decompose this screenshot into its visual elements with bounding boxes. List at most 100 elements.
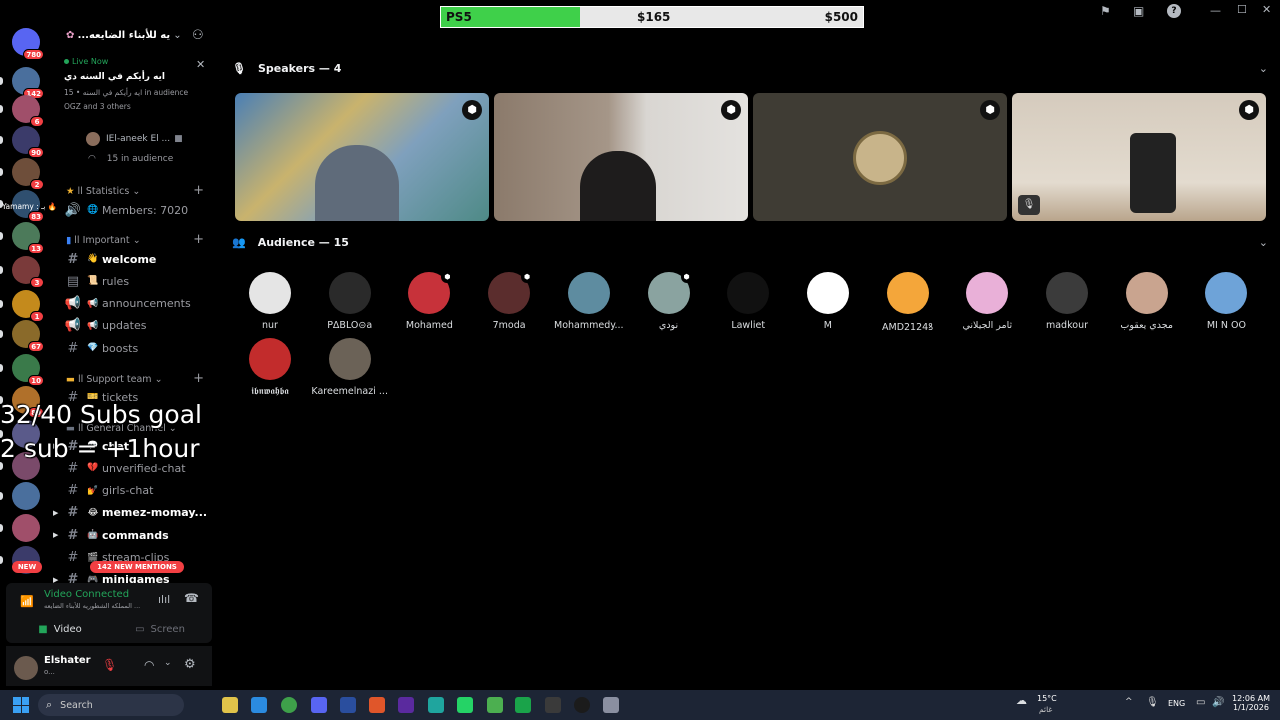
weather-icon[interactable]: ☁ [1016,694,1027,707]
chevron-down-icon[interactable]: ⌄ [1259,236,1268,249]
volume-icon[interactable]: 🔊 [1212,697,1224,708]
audience-member[interactable]: AMD2124ꝸ [869,272,947,333]
server-icon[interactable]: 142 [12,67,44,99]
server-icon[interactable]: 6 [12,95,44,127]
chrome-icon[interactable] [281,697,297,713]
new-mentions-banner[interactable]: 142 NEW MENTIONS [90,561,184,573]
add-channel-icon[interactable]: + [193,232,204,247]
avatar[interactable] [14,656,38,680]
channel-announcements[interactable]: 📢 📢 announcements [62,294,212,314]
file-explorer-icon[interactable] [222,697,238,713]
help-icon[interactable]: ? [1167,4,1181,18]
minecraft-icon[interactable] [487,697,503,713]
channel-girls-chat[interactable]: # 💅 girls-chat [62,481,212,501]
audience-member[interactable]: madkour [1028,272,1106,331]
category-important[interactable]: ▮ ll Important ⌄ [66,235,141,246]
channel-welcome[interactable]: # 👋 welcome [62,249,212,269]
chevron-down-icon[interactable]: ⌄ [164,658,172,668]
spotify-icon[interactable] [515,697,531,713]
invite-people-icon[interactable]: ⚇ [192,28,204,43]
channel-memez-momay[interactable]: ▶ # 😂 memez-momay... [53,503,212,523]
speaker-tile-2[interactable]: ⬢ [494,93,748,221]
stage-speaker-row[interactable]: IEl-aneek El ... ■ [86,131,206,147]
server-icon[interactable]: 67 [12,320,44,352]
audience-member[interactable]: ⬢ نودي [630,271,708,331]
audience-member[interactable]: Kareemelnazi ... [311,338,389,397]
speaker-tile-3[interactable]: ⬢ [753,93,1007,221]
gear-icon[interactable]: ⚙ [184,657,196,672]
disconnect-icon[interactable]: ☎ [184,591,199,605]
audience-member[interactable]: ⬢ Mohamed [390,271,468,331]
channel-members-count[interactable]: 🔊 🌐 Members: 7020 [62,200,212,220]
signal-icon[interactable]: 📶 [20,595,34,608]
close-window-icon[interactable]: ✕ [1262,3,1271,16]
maximize-icon[interactable]: ☐ [1237,3,1247,16]
audience-header[interactable]: 👥 Audience — 15 [232,236,349,249]
audience-member[interactable]: ثامر الجيلاني [948,272,1026,331]
channel-updates[interactable]: 📢 📢 updates [62,316,212,336]
category-statistics[interactable]: ★ ll Statistics ⌄ [66,186,140,197]
people-icon: 👥 [232,236,246,249]
chevron-up-icon[interactable]: ^ [1125,697,1133,707]
premiere-icon[interactable] [398,697,414,713]
audience-member[interactable]: 𝖎𝖇𝖓𝖜𝖆𝖍𝖇𝖆 [231,338,309,397]
speaker-tile-4[interactable]: ⬢ 🎙 [1012,93,1266,221]
start-icon[interactable] [13,697,29,713]
soundboard-icon[interactable]: ılıl [158,593,170,606]
taskbar-search[interactable]: ⌕ Search [38,694,184,716]
language-indicator[interactable]: ENG [1168,699,1185,708]
edge-icon[interactable] [251,697,267,713]
server-icon[interactable]: 1 [12,290,44,322]
clock[interactable]: 12:06 AM 1/1/2026 [1232,694,1270,712]
server-header[interactable]: ✿ ...يه للأبناء الضايعه ⌄ [66,30,182,41]
live-stage-card[interactable]: Live Now ايه رأيكم في السنه دي ايه رأيكم… [64,57,214,111]
speakers-header[interactable]: 🎙 Speakers — 4 [232,62,341,75]
app-icon[interactable] [428,697,444,713]
audience-member[interactable]: nur [231,272,309,331]
whatsapp-icon[interactable] [457,697,473,713]
server-icon[interactable]: 10 [12,354,44,386]
audience-member[interactable]: M [789,272,867,331]
minimize-icon[interactable]: — [1210,4,1221,17]
server-icon[interactable]: 3 [12,256,44,288]
chevron-down-icon[interactable]: ⌄ [1259,62,1268,75]
flag-icon[interactable]: ⚑ [1100,4,1111,18]
category-support[interactable]: ▬ ll Support team ⌄ [66,374,163,385]
epic-games-icon[interactable] [574,697,590,713]
mute-icon[interactable]: 🎙 [102,658,117,672]
network-icon[interactable]: ▭ [1196,697,1205,708]
server-icon[interactable]: 13 [12,222,44,254]
audience-member[interactable]: Lawliet [709,272,787,331]
new-servers-badge[interactable]: NEW [12,561,42,573]
screen-share-button[interactable]: ▭ Screen [112,619,208,639]
channel-commands[interactable]: ▶ # 🤖 commands [53,525,212,545]
brave-icon[interactable] [369,697,385,713]
stage-audience-row[interactable]: ◠ 15 in audience [88,154,173,164]
server-icon[interactable] [12,514,40,542]
audience-member[interactable]: MI N OO [1187,272,1265,331]
add-channel-icon[interactable]: + [193,371,204,386]
voice-status[interactable]: Video Connected [44,589,129,600]
microphone-icon[interactable]: 🎙 [1146,697,1159,708]
server-icon[interactable]: 90 [12,126,44,158]
obs-icon[interactable] [545,697,561,713]
audience-member[interactable]: PΔBLO⊝a [311,272,389,331]
discord-window: 780 142 6 90 2 83 13 3 1 67 10 89 NEW ✿ ...يه للأب… [0,0,1280,690]
audience-member[interactable]: Mohammedy... [550,272,628,331]
photoshop-icon[interactable] [340,697,356,713]
direct-messages-icon[interactable]: 780 [12,28,44,60]
video-button[interactable]: ■ Video [12,619,108,639]
discord-icon[interactable] [311,697,327,713]
inbox-icon[interactable]: ▣ [1133,4,1144,18]
close-icon[interactable]: ✕ [196,58,205,71]
server-icon[interactable] [12,482,40,510]
add-channel-icon[interactable]: + [193,183,204,198]
speaker-tile-1[interactable]: ⬢ [235,93,489,221]
headphones-icon[interactable]: ◠ [144,658,154,672]
audience-member[interactable]: ⬢ 7moda [470,271,548,331]
channel-boosts[interactable]: # 💎 boosts [62,338,212,358]
server-icon[interactable]: 2 [12,158,44,190]
settings-icon[interactable] [603,697,619,713]
channel-rules[interactable]: ▤ 📜 rules [62,271,212,291]
audience-member[interactable]: مجدي يعقوب [1108,272,1186,331]
